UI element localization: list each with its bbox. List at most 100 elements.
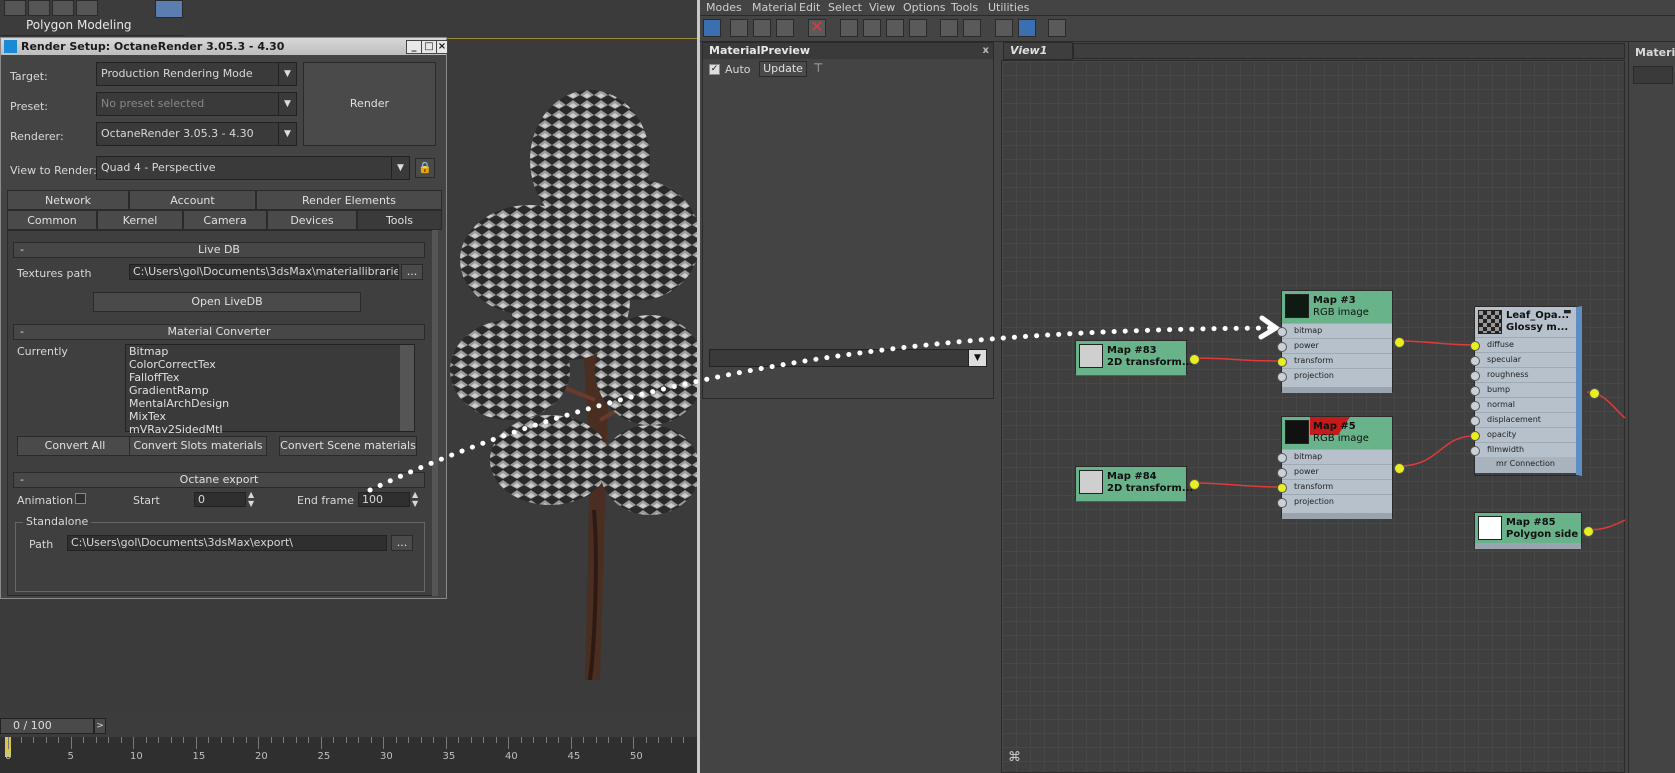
slot-transform[interactable]: transform [1277,353,1392,368]
close-icon[interactable]: x [983,43,989,59]
tab-render-elements[interactable]: Render Elements [256,190,442,210]
tab-tools[interactable]: Tools [357,210,442,230]
octane-export-rollout-header[interactable]: - Octane export [13,472,425,488]
convert-slots-button[interactable]: Convert Slots materials [129,436,267,456]
layout-all-icon[interactable] [940,19,958,37]
time-slider[interactable]: 0 / 100 [0,718,94,734]
menu-view[interactable]: View [869,1,895,14]
output-socket[interactable] [1589,388,1600,399]
node-map83[interactable]: Map #83 2D transform... [1075,340,1200,376]
slot-bitmap[interactable]: bitmap [1277,449,1392,464]
input-socket[interactable] [1277,372,1287,382]
slot-displacement[interactable]: displacement [1470,412,1576,427]
preview-options-icon[interactable]: ⊤ [813,61,829,77]
slot-power[interactable]: power [1277,338,1392,353]
list-item[interactable]: Bitmap [126,345,414,358]
slot-bitmap[interactable]: bitmap [1277,323,1392,338]
input-socket[interactable] [1277,357,1287,367]
output-socket[interactable] [1394,463,1405,474]
menu-edit[interactable]: Edit [799,1,820,14]
select-by-material-icon[interactable] [1048,19,1066,37]
ribbon-tab-polygon-modeling[interactable]: Polygon Modeling ▾ [0,16,140,50]
node-map3[interactable]: Map #3 RGB image bitmap power transform … [1277,290,1405,393]
node-header[interactable]: Map #3 RGB image [1282,291,1392,324]
input-socket[interactable] [1277,483,1287,493]
delete-icon[interactable]: ✕ [808,19,826,37]
menu-modes[interactable]: Modes [706,1,742,14]
tab-network[interactable]: Network [7,190,129,210]
textures-path-field[interactable]: C:\Users\gol\Documents\3dsMax\materialli… [129,264,399,280]
maximize-icon[interactable]: □ [421,40,437,54]
tab-devices[interactable]: Devices [267,210,357,230]
slot-opacity[interactable]: opacity [1470,427,1576,442]
node-header[interactable]: Leaf_Opa... Glossy m... ▬ [1475,307,1576,338]
parameter-editor-icon[interactable] [1018,19,1036,37]
move-tool-icon[interactable] [28,0,50,16]
slot-roughness[interactable]: roughness [1470,367,1576,382]
input-socket[interactable] [1277,342,1287,352]
material-preview-titlebar[interactable]: MaterialPreview x [703,43,993,59]
input-socket[interactable] [1470,371,1480,381]
spinner-arrows-icon[interactable]: ▲ ▼ [412,490,418,508]
material-map-browser-icon[interactable] [995,19,1013,37]
tab-view1[interactable]: View1 [1003,42,1073,60]
slot-transform[interactable]: transform [1277,479,1392,494]
select-tool-icon[interactable] [4,0,26,16]
convert-all-button[interactable]: Convert All [17,436,133,456]
export-path-field[interactable]: C:\Users\gol\Documents\3dsMax\export\ [67,535,387,551]
open-livedb-button[interactable]: Open LiveDB [93,292,361,312]
select-arrow-icon[interactable] [703,19,721,37]
tab-common[interactable]: Common [7,210,97,230]
output-socket[interactable] [1189,479,1200,490]
node-map5[interactable]: Map #5 RGB image bitmap power transform … [1277,416,1405,519]
input-socket[interactable] [1277,453,1287,463]
node-header[interactable]: Map #5 RGB image [1282,417,1392,450]
list-item[interactable]: MixTex [126,410,414,423]
input-socket[interactable] [1470,341,1480,351]
animation-checkbox[interactable] [75,493,86,504]
renderer-dropdown[interactable]: OctaneRender 3.05.3 - 4.30 ▼ [96,122,297,146]
pick-material-icon[interactable] [730,19,748,37]
tab-camera[interactable]: Camera [183,210,267,230]
slot-filmwidth[interactable]: filmwidth [1470,442,1576,457]
material-name-field[interactable] [1633,66,1673,84]
output-socket[interactable] [1189,354,1200,365]
converter-material-list[interactable]: Bitmap ColorCorrectTex FalloffTex Gradie… [125,344,415,433]
slot-projection[interactable]: projection [1277,494,1392,509]
put-to-scene-icon[interactable] [753,19,771,37]
minimize-icon[interactable]: _ [406,40,422,54]
node-header[interactable]: Map #85 Polygon side [1475,513,1581,544]
spinner-arrows-icon[interactable]: ▲ ▼ [248,490,254,508]
layout-toggle-icon[interactable] [155,0,183,18]
input-socket[interactable] [1470,416,1480,426]
list-scrollbar[interactable] [400,345,414,431]
slot-projection[interactable]: projection [1277,368,1392,383]
preview-dropdown[interactable]: ▼ [709,349,987,367]
move-children-icon[interactable] [840,19,858,37]
next-frame-button[interactable]: > [94,718,106,734]
navigator-binoculars-icon[interactable]: ⌘ [1008,750,1026,766]
start-spinner[interactable]: 0 [194,492,246,507]
tab-account[interactable]: Account [129,190,256,210]
input-socket[interactable] [1277,468,1287,478]
input-socket[interactable] [1470,386,1480,396]
node-map85[interactable]: Map #85 Polygon side [1474,512,1594,549]
render-setup-titlebar[interactable]: Render Setup: OctaneRender 3.05.3 - 4.30… [1,38,448,55]
menu-tools[interactable]: Tools [951,1,978,14]
menu-options[interactable]: Options [903,1,945,14]
textures-browse-button[interactable]: ... [401,264,423,280]
menu-select[interactable]: Select [828,1,862,14]
list-item[interactable]: FalloffTex [126,371,414,384]
node-header[interactable]: Map #84 2D transform... [1076,467,1193,502]
lock-icon[interactable]: 🔒 [415,158,435,178]
livedb-rollout-header[interactable]: - Live DB [13,242,425,258]
slot-specular[interactable]: specular [1470,352,1576,367]
menu-material[interactable]: Material [752,1,797,14]
update-button[interactable]: Update [759,61,807,77]
slot-diffuse[interactable]: diffuse [1470,337,1576,352]
close-icon[interactable]: × [436,40,448,54]
preset-dropdown[interactable]: No preset selected ▼ [96,92,297,116]
track-bar[interactable]: 0 5 10 15 20 25 30 35 40 45 50 [0,737,697,773]
slot-bump[interactable]: bump [1470,382,1576,397]
rotate-tool-icon[interactable] [52,0,74,16]
